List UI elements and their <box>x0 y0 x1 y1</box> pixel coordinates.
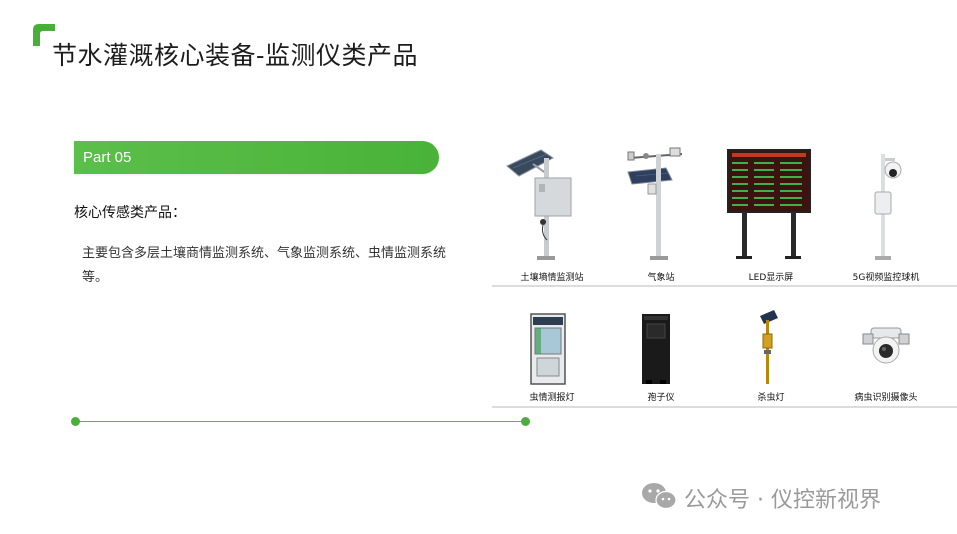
soil-station-icon <box>506 149 572 260</box>
product-name: 虫情测报灯 <box>529 393 575 403</box>
product-item-spore-trap: 孢子仪 <box>606 264 716 404</box>
section-description: 主要包含多层土壤商情监测系统、气象监测系统、虫情监测系统等。 <box>82 246 447 285</box>
row-separator <box>492 406 957 408</box>
product-name: 病虫识别摄像头 <box>854 393 918 403</box>
watermark-text: 公众号 · 仪控新视界 <box>684 488 881 513</box>
product-item-weather-station: 气象站 <box>606 144 716 284</box>
divider-dot-right <box>521 417 530 426</box>
product-item-led-screen: LED显示屏 <box>716 144 826 284</box>
wechat-icon <box>642 483 677 510</box>
part-label: Part 05 <box>83 149 132 166</box>
product-name: 杀虫灯 <box>757 393 785 403</box>
pest-recognition-camera-icon <box>862 327 910 364</box>
product-item-soil-station: 土壤墒情监测站 <box>497 144 607 284</box>
product-grid: 土壤墒情监测站 气象站 LED显示屏 5G视频监控球机 虫情测报灯 孢子仪 杀虫… <box>492 140 957 410</box>
page-title: 节水灌溉核心装备-监测仪类产品 <box>52 41 418 70</box>
weather-station-icon <box>627 147 683 260</box>
insect-killer-lamp-icon <box>760 310 778 384</box>
product-item-dome-camera: 5G视频监控球机 <box>831 144 941 284</box>
section-heading: 核心传感类产品： <box>74 205 186 221</box>
divider-line <box>76 421 526 422</box>
divider-dot-left <box>71 417 80 426</box>
dome-camera-icon <box>874 154 902 260</box>
part-banner: Part 05 <box>74 141 439 174</box>
pest-forecast-lamp-icon <box>530 313 566 385</box>
product-item-pest-camera: 病虫识别摄像头 <box>831 264 941 404</box>
led-screen-icon <box>727 149 811 259</box>
spore-trap-icon <box>642 314 670 384</box>
product-item-insect-killer: 杀虫灯 <box>716 264 826 404</box>
product-name: 孢子仪 <box>647 393 675 403</box>
product-item-pest-lamp: 虫情测报灯 <box>497 264 607 404</box>
